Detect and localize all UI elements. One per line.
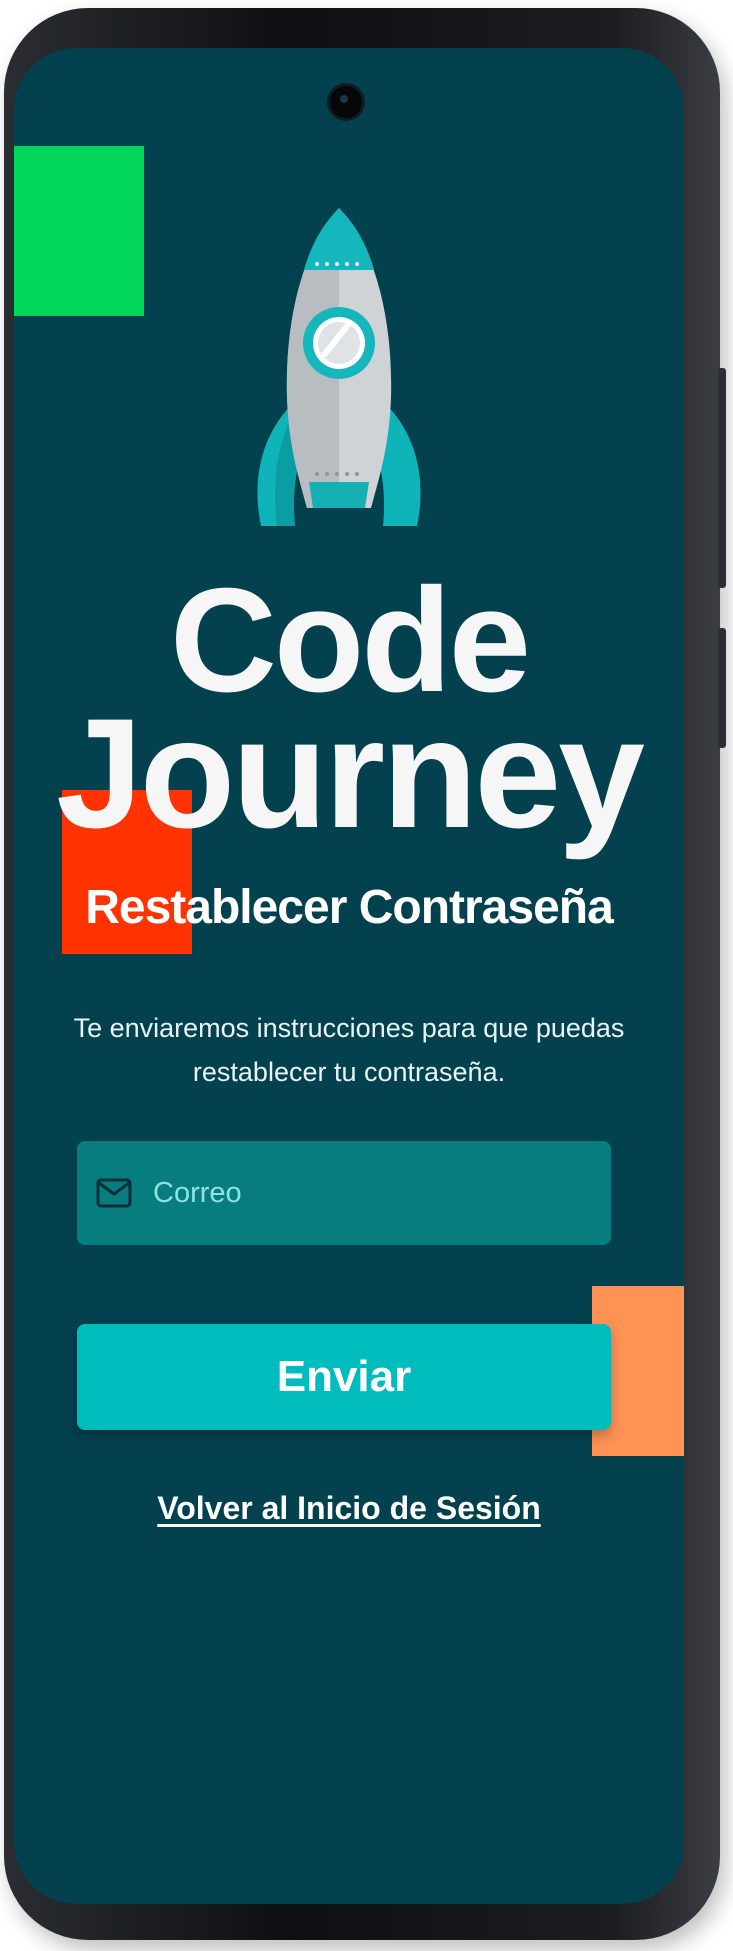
email-input[interactable] <box>151 1162 611 1224</box>
screen: Code Journey Restablecer Contraseña Te e… <box>14 48 684 1904</box>
front-camera <box>330 86 362 118</box>
email-field[interactable] <box>77 1141 611 1245</box>
mail-icon <box>96 1178 132 1208</box>
rocket-icon <box>257 208 421 526</box>
power-button <box>718 628 726 748</box>
phone-frame: Code Journey Restablecer Contraseña Te e… <box>4 8 726 1940</box>
volume-button <box>718 368 726 588</box>
logo-line-2: Journey <box>56 687 645 862</box>
submit-button[interactable]: Enviar <box>77 1324 611 1430</box>
back-to-login-link[interactable]: Volver al Inicio de Sesión <box>14 1490 684 1527</box>
decorative-green-square <box>14 146 144 316</box>
page-subtitle: Te enviaremos instrucciones para que pue… <box>73 1013 625 1087</box>
page-title: Restablecer Contraseña <box>85 881 614 934</box>
app-logo-text: Code Journey <box>14 566 684 862</box>
